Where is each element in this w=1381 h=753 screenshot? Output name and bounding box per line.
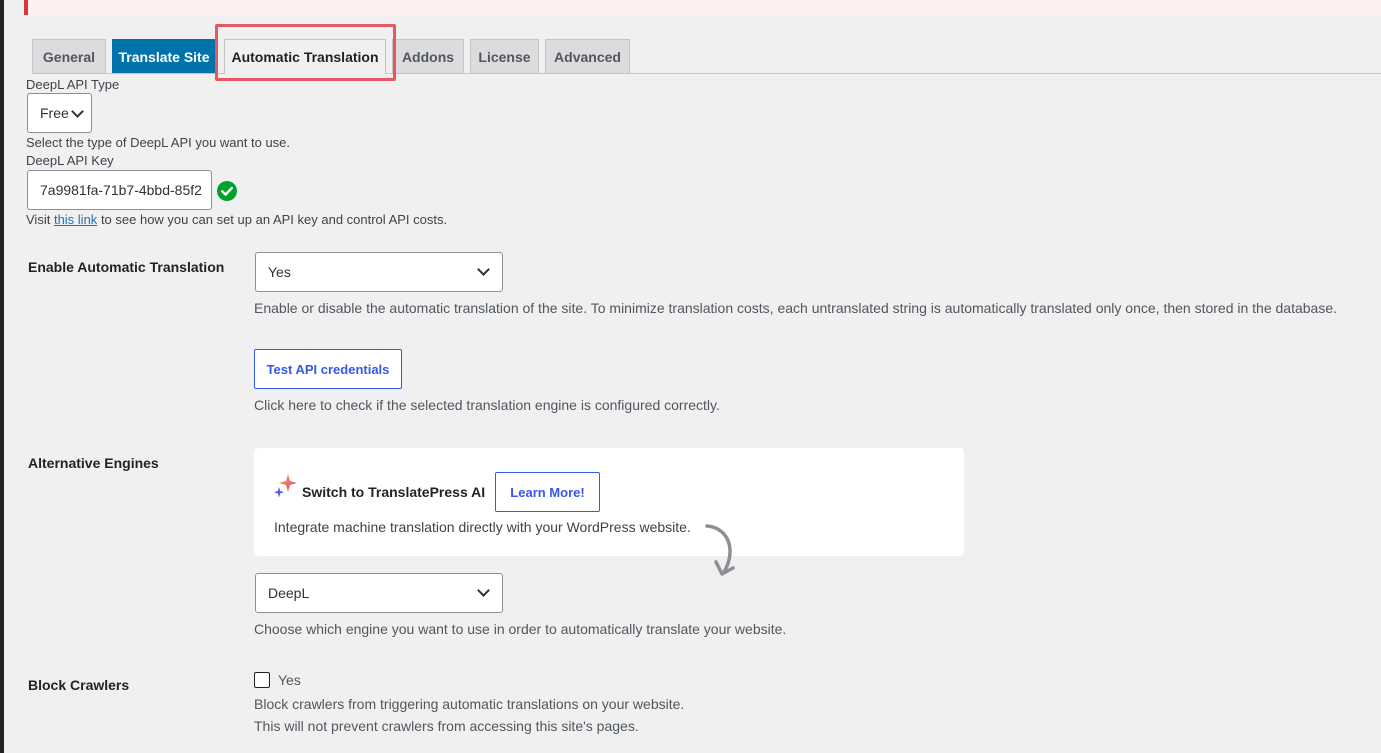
api-key-input[interactable]: 7a9981fa-71b7-4bbd-85f2	[27, 170, 212, 210]
enable-auto-description: Enable or disable the automatic translat…	[254, 300, 1338, 316]
api-type-help: Select the type of DeepL API you want to…	[26, 135, 291, 150]
engine-value: DeepL	[268, 585, 310, 601]
api-key-label: DeepL API Key	[26, 153, 114, 168]
translatepress-ai-card	[254, 448, 964, 556]
chevron-down-icon	[477, 263, 490, 276]
tab-addons[interactable]: Addons	[392, 39, 464, 73]
block-crawlers-description-1: Block crawlers from triggering automatic…	[254, 696, 685, 712]
engine-select[interactable]: DeepL	[255, 573, 503, 613]
chevron-down-icon	[477, 584, 490, 597]
admin-notice	[24, 0, 1381, 15]
chevron-down-icon	[70, 104, 84, 118]
api-key-help-suffix: to see how you can set up an API key and…	[100, 212, 448, 227]
admin-notice-border	[24, 0, 28, 15]
block-crawlers-checkbox-label[interactable]: Yes	[278, 672, 301, 688]
tab-highlight-frame	[215, 24, 396, 81]
tab-license[interactable]: License	[470, 39, 539, 73]
test-api-description: Click here to check if the selected tran…	[254, 397, 720, 413]
api-key-help: Visit this link to see how you can set u…	[26, 212, 447, 227]
api-type-value: Free	[40, 105, 69, 121]
card-description: Integrate machine translation directly w…	[274, 519, 691, 535]
admin-sidebar-edge	[0, 0, 4, 753]
api-key-help-prefix: Visit	[26, 212, 51, 227]
enable-auto-select[interactable]: Yes	[255, 252, 503, 292]
block-crawlers-description-2: This will not prevent crawlers from acce…	[254, 718, 639, 734]
engine-description: Choose which engine you want to use in o…	[254, 621, 787, 637]
enable-auto-value: Yes	[268, 264, 291, 280]
enable-auto-label: Enable Automatic Translation	[28, 259, 225, 275]
test-api-credentials-button[interactable]: Test API credentials	[254, 349, 402, 389]
card-title: Switch to TranslatePress AI	[302, 484, 486, 500]
block-crawlers-label: Block Crawlers	[28, 677, 130, 693]
alt-engines-label: Alternative Engines	[28, 455, 159, 471]
tab-general[interactable]: General	[32, 39, 106, 73]
api-type-select[interactable]: Free	[27, 93, 92, 133]
api-type-label: DeepL API Type	[26, 77, 120, 92]
block-crawlers-checkbox[interactable]	[254, 672, 270, 688]
sparkle-icon	[274, 474, 297, 498]
tab-advanced[interactable]: Advanced	[545, 39, 630, 73]
check-circle-icon	[217, 181, 237, 201]
learn-more-button[interactable]: Learn More!	[495, 472, 600, 512]
tab-translate-site[interactable]: Translate Site	[112, 39, 216, 73]
curved-arrow-icon	[705, 524, 735, 576]
api-key-help-link[interactable]: this link	[54, 212, 97, 227]
